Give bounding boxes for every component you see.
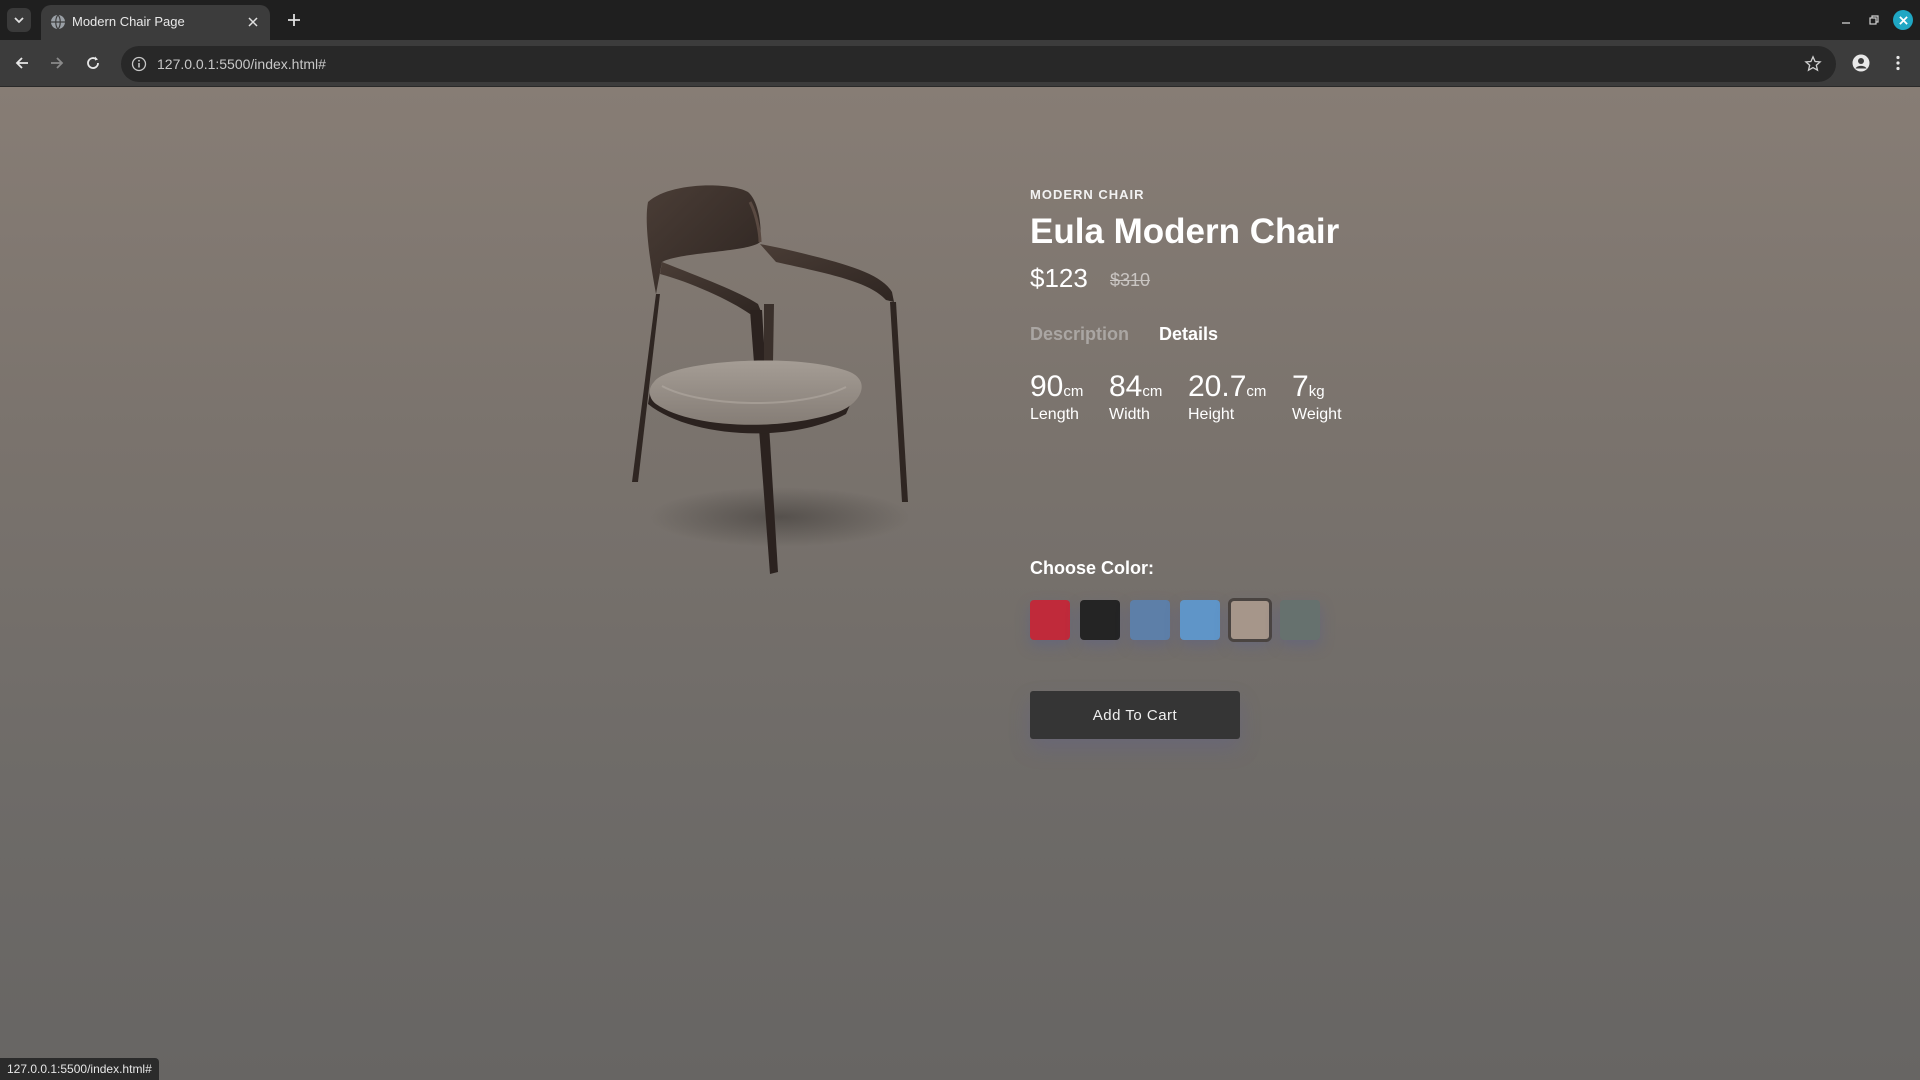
swatch-beige[interactable] <box>1228 598 1272 642</box>
product-info: MODERN CHAIR Eula Modern Chair $123 $310… <box>1030 87 1530 887</box>
spec-unit: cm <box>1246 383 1267 400</box>
globe-icon <box>51 14 65 30</box>
spec-label: Weight <box>1292 406 1342 423</box>
reload-button[interactable] <box>81 51 105 75</box>
address-bar[interactable]: 127.0.0.1:5500/index.html# <box>121 46 1836 82</box>
minimize-icon <box>1842 22 1850 24</box>
profile-icon <box>1852 54 1870 72</box>
spec-width: 84cm Width <box>1109 370 1162 424</box>
info-icon[interactable] <box>131 56 147 72</box>
product-page: MODERN CHAIR Eula Modern Chair $123 $310… <box>0 87 1920 1080</box>
tab-description[interactable]: Description <box>1030 324 1129 345</box>
swatch-grey-green[interactable] <box>1280 600 1320 640</box>
product-title: Eula Modern Chair <box>1030 212 1340 251</box>
spec-label: Length <box>1030 406 1079 423</box>
spec-weight: 7kg Weight <box>1292 370 1342 424</box>
arrow-left-icon <box>15 57 28 69</box>
restore-icon <box>1869 15 1879 25</box>
spec-value: 7 <box>1292 370 1309 403</box>
restore-button[interactable] <box>1864 10 1884 30</box>
choose-color-label: Choose Color: <box>1030 558 1154 578</box>
tab-details[interactable]: Details <box>1159 324 1218 345</box>
window-close-button[interactable] <box>1893 10 1913 30</box>
spec-label: Height <box>1188 406 1235 423</box>
status-bar-url: 127.0.0.1:5500/index.html# <box>0 1058 159 1080</box>
tab-close-button[interactable] <box>244 13 262 31</box>
minimize-button[interactable] <box>1836 10 1856 30</box>
swatch-blue-denim[interactable] <box>1130 600 1170 640</box>
swatch-red[interactable] <box>1030 600 1070 640</box>
product-category: MODERN CHAIR <box>1030 187 1145 202</box>
spec-unit: cm <box>1063 383 1084 400</box>
swatch-black[interactable] <box>1080 600 1120 640</box>
browser-tab-strip: Modern Chair Page <box>0 0 1920 40</box>
star-icon[interactable] <box>1804 55 1822 73</box>
tab-title: Modern Chair Page <box>72 14 185 29</box>
browser-toolbar: 127.0.0.1:5500/index.html# <box>0 40 1920 87</box>
product-price: $123 <box>1030 263 1088 293</box>
chevron-down-icon <box>14 17 24 24</box>
url-text: 127.0.0.1:5500/index.html# <box>157 56 326 72</box>
back-button[interactable] <box>10 51 34 75</box>
browser-tab[interactable]: Modern Chair Page <box>41 5 270 40</box>
profile-button[interactable] <box>1849 51 1873 75</box>
close-icon <box>1898 15 1908 25</box>
close-icon <box>248 17 258 27</box>
spec-height: 20.7cm Height <box>1188 370 1266 424</box>
spec-value: 84 <box>1109 370 1143 403</box>
chair-image <box>632 185 910 574</box>
spec-unit: cm <box>1142 383 1163 400</box>
arrow-right-icon <box>51 57 64 69</box>
spec-unit: kg <box>1308 383 1325 400</box>
add-to-cart-button[interactable]: Add To Cart <box>1030 691 1240 739</box>
forward-button[interactable] <box>45 51 69 75</box>
spec-label: Width <box>1109 406 1150 423</box>
swatch-light-blue[interactable] <box>1180 600 1220 640</box>
new-tab-button[interactable] <box>282 8 306 32</box>
spec-value: 90 <box>1030 370 1064 403</box>
reload-icon <box>87 56 99 69</box>
spec-value: 20.7 <box>1188 370 1247 403</box>
more-vertical-icon <box>1896 55 1900 71</box>
tab-search-button[interactable] <box>7 8 31 32</box>
plus-icon <box>288 14 300 26</box>
menu-button[interactable] <box>1886 51 1910 75</box>
product-old-price: $310 <box>1110 270 1151 290</box>
spec-length: 90cm Length <box>1030 370 1083 424</box>
